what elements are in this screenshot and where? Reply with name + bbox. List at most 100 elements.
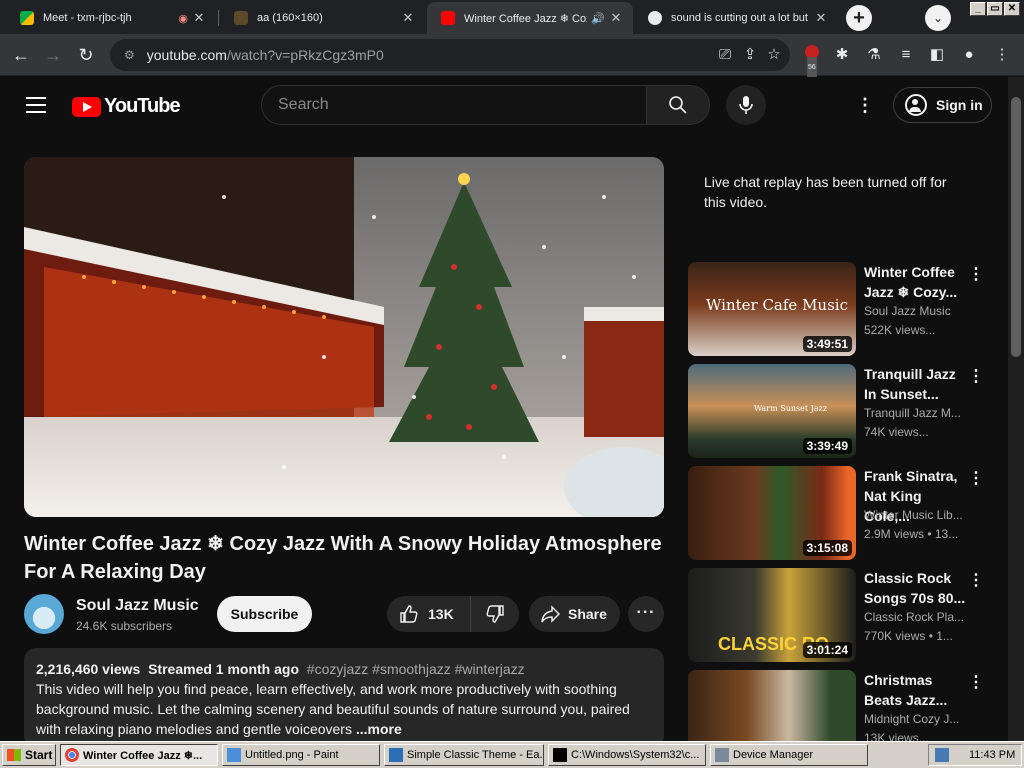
forward-icon[interactable]: →: [42, 44, 64, 66]
search-placeholder: Search: [278, 96, 329, 113]
youtube-icon: [441, 11, 455, 25]
rec-kebab-icon[interactable]: ⋮: [968, 264, 984, 284]
more-actions-icon[interactable]: ···: [628, 596, 664, 632]
profile-icon[interactable]: ●: [958, 44, 980, 66]
start-label: Start: [25, 748, 53, 762]
settings-kebab-icon[interactable]: ⋮: [855, 94, 875, 116]
channel-name[interactable]: Soul Jazz Music: [76, 597, 199, 615]
tab-meet[interactable]: Meet - txm-rjbc-tjh ◉ ✕: [6, 2, 216, 34]
duration-badge: 3:15:08: [802, 540, 852, 556]
voice-search-button[interactable]: [726, 85, 766, 125]
maximize-button[interactable]: ▭: [987, 2, 1003, 16]
video-thumbnail[interactable]: Warm Sunset Jazz 3:39:49: [688, 364, 856, 458]
chrome-icon: [65, 748, 79, 762]
start-button[interactable]: Start: [2, 744, 56, 766]
view-count: 2,216,460 views: [36, 661, 141, 677]
rec-kebab-icon[interactable]: ⋮: [968, 366, 984, 386]
taskbar-item-device-manager[interactable]: Device Manager: [710, 744, 868, 766]
recommended-video[interactable]: 3:15:08 Frank Sinatra, Nat King Cole,...…: [688, 466, 988, 560]
recommended-video[interactable]: Christmas Beats Jazz... Midnight Cozy J.…: [688, 670, 988, 741]
scrollbar-thumb[interactable]: [1011, 97, 1021, 357]
description-meta: 2,216,460 views Streamed 1 month ago #co…: [36, 659, 652, 679]
close-tab-icon[interactable]: ✕: [814, 10, 828, 26]
youtube-logo[interactable]: YouTube: [72, 95, 181, 118]
rec-meta: 522K views...: [864, 323, 936, 337]
description-text: This video will help you find peace, lea…: [36, 681, 630, 737]
side-panel-icon[interactable]: ◧: [926, 44, 948, 66]
reload-icon[interactable]: ↻: [75, 44, 97, 66]
chrome-menu-icon[interactable]: ⋮: [991, 44, 1013, 66]
extensions-puzzle-icon[interactable]: ✱: [831, 44, 853, 66]
search-button[interactable]: [646, 85, 710, 125]
media-control-icon[interactable]: ≡: [895, 44, 917, 66]
youtube-masthead: YouTube Search ⋮ Sign in: [0, 77, 1008, 133]
video-thumbnail[interactable]: [688, 670, 856, 741]
share-page-icon[interactable]: ⇪: [739, 44, 761, 66]
bookmark-star-icon[interactable]: ☆: [763, 44, 785, 66]
tab-sound[interactable]: sound is cutting out a lot but ✕: [634, 2, 838, 34]
tab-search-button[interactable]: ⌄: [925, 5, 951, 31]
tray-network-icon[interactable]: [935, 748, 949, 762]
dislike-button[interactable]: [471, 604, 519, 624]
url-host: youtube.com: [146, 47, 227, 63]
rec-kebab-icon[interactable]: ⋮: [968, 570, 984, 590]
image-icon: [234, 11, 248, 25]
video-title: Winter Coffee Jazz ❄ Cozy Jazz With A Sn…: [24, 533, 662, 583]
labs-flask-icon[interactable]: ⚗: [863, 44, 885, 66]
description-box[interactable]: 2,216,460 views Streamed 1 month ago #co…: [24, 648, 664, 748]
like-button[interactable]: 13K: [387, 596, 471, 632]
channel-avatar[interactable]: [24, 594, 64, 634]
video-thumbnail[interactable]: Winter Cafe Music 3:49:51: [688, 262, 856, 356]
taskbar-item-chrome[interactable]: Winter Coffee Jazz ❄...: [60, 744, 218, 766]
close-window-button[interactable]: ✕: [1004, 2, 1020, 16]
close-tab-icon[interactable]: ✕: [401, 10, 415, 26]
taskbar-item-theme[interactable]: Simple Classic Theme - Ea...: [384, 744, 544, 766]
minimize-button[interactable]: _: [970, 2, 986, 16]
taskbar-item-cmd[interactable]: C:\Windows\System32\c...: [548, 744, 706, 766]
recommended-video[interactable]: Warm Sunset Jazz 3:39:49 Tranquill Jazz …: [688, 364, 988, 458]
close-tab-icon[interactable]: ✕: [192, 10, 206, 26]
extension-badge-count: 56: [807, 57, 817, 79]
tab-aa[interactable]: aa (160×160) ✕: [220, 2, 425, 34]
show-more-link[interactable]: ...more: [356, 721, 402, 737]
url-path: /watch?v=pRkzCgz3mP0: [226, 47, 384, 63]
page-scrollbar[interactable]: [1008, 77, 1024, 741]
youtube-play-icon: [72, 96, 101, 117]
rec-title: Winter Coffee Jazz ❄ Cozy...: [864, 264, 958, 300]
share-label: Share: [568, 606, 607, 622]
rec-channel: Classic Rock Pla...: [864, 610, 965, 624]
back-icon[interactable]: ←: [10, 44, 32, 66]
sign-in-label: Sign in: [936, 97, 983, 113]
speaker-icon[interactable]: 🔊: [591, 12, 605, 25]
tab-youtube[interactable]: Winter Coffee Jazz ❄ Cozy 🔊 ✕: [427, 2, 633, 34]
rec-channel: Winter Music Lib...: [864, 508, 963, 522]
close-tab-icon[interactable]: ✕: [609, 10, 623, 26]
share-button[interactable]: Share: [529, 596, 620, 632]
rec-meta: 2.9M views • 13...: [864, 527, 959, 541]
share-icon: [541, 605, 560, 623]
subscribe-button[interactable]: Subscribe: [217, 596, 312, 632]
install-app-icon[interactable]: ⎚: [714, 44, 736, 66]
taskbar-item-paint[interactable]: Untitled.png - Paint: [222, 744, 380, 766]
menu-icon[interactable]: [26, 97, 46, 113]
address-bar[interactable]: ⚙ youtube.com/watch?v=pRkzCgz3mP0: [110, 39, 790, 71]
new-tab-button[interactable]: +: [846, 5, 872, 31]
rec-kebab-icon[interactable]: ⋮: [968, 672, 984, 692]
recommended-video[interactable]: Winter Cafe Music 3:49:51 Winter Coffee …: [688, 262, 988, 356]
hashtags[interactable]: #cozyjazz #smoothjazz #winterjazz: [307, 661, 525, 677]
duration-badge: 3:01:24: [802, 642, 852, 658]
video-player[interactable]: [24, 157, 664, 517]
rec-kebab-icon[interactable]: ⋮: [968, 468, 984, 488]
recommended-video[interactable]: CLASSIC RO 3:01:24 Classic Rock Songs 70…: [688, 568, 988, 662]
youtube-wordmark: YouTube: [104, 95, 181, 117]
video-thumbnail[interactable]: 3:15:08: [688, 466, 856, 560]
extension-badge-icon[interactable]: 56: [801, 44, 823, 79]
clock[interactable]: 11:43 PM: [969, 749, 1015, 761]
tab-title: Winter Coffee Jazz ❄ Cozy: [464, 12, 588, 25]
site-info-icon[interactable]: ⚙: [124, 48, 135, 62]
search-input[interactable]: Search: [261, 85, 647, 125]
sign-in-button[interactable]: Sign in: [893, 87, 992, 123]
window-controls: _ ▭ ✕: [970, 2, 1020, 16]
video-thumbnail[interactable]: CLASSIC RO 3:01:24: [688, 568, 856, 662]
account-icon: [905, 94, 927, 116]
